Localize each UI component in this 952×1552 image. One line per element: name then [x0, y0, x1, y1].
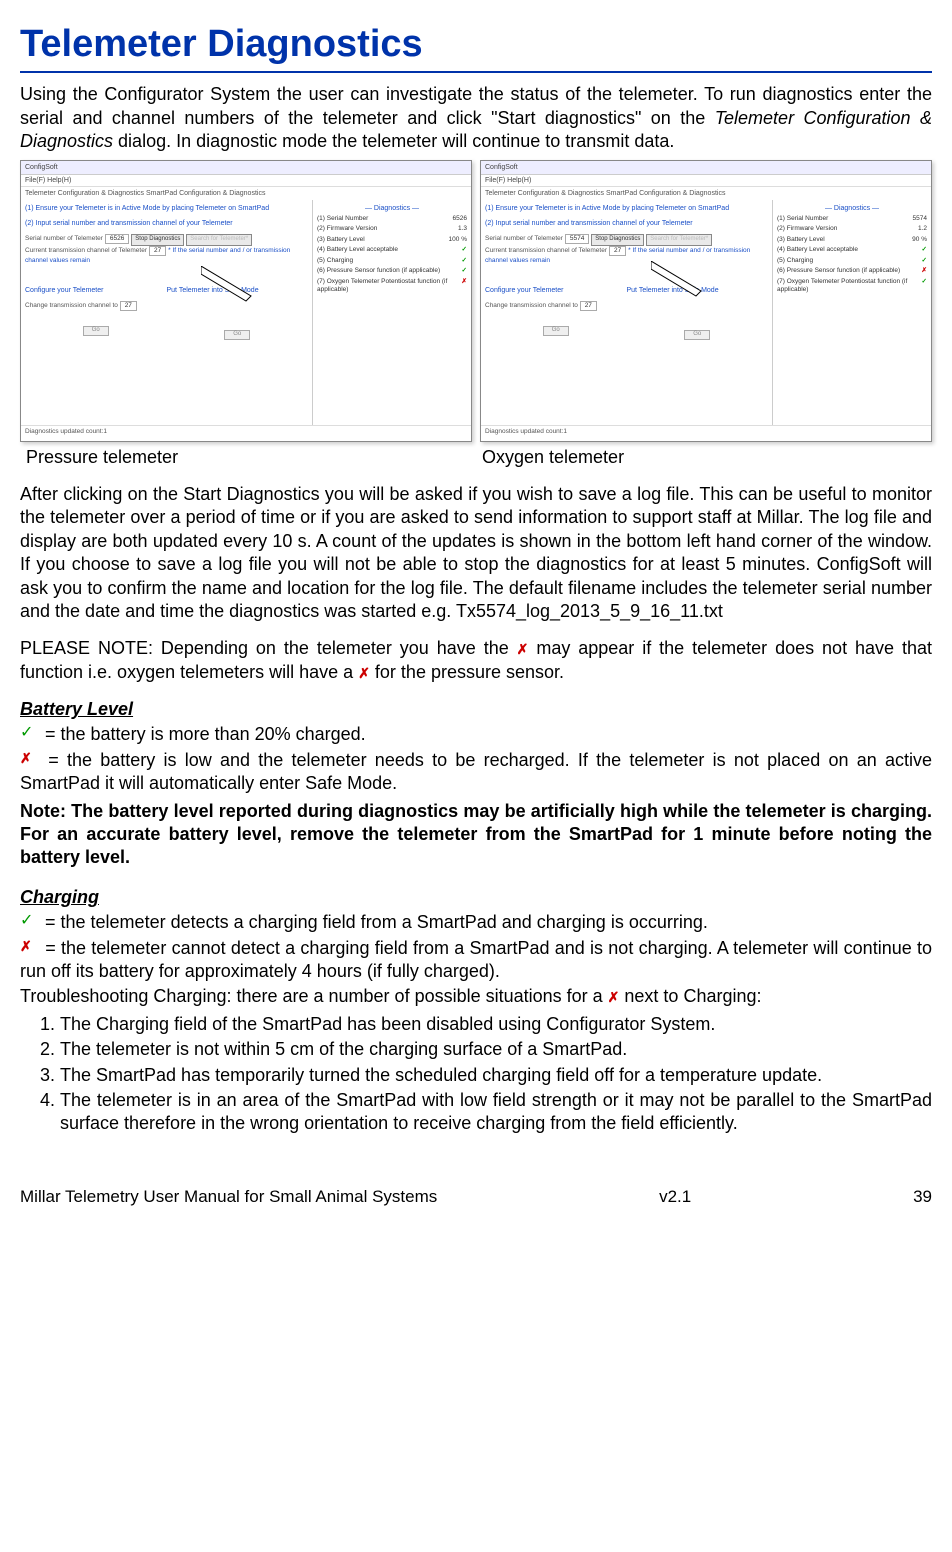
change-chan-label: Change transmission channel to — [485, 302, 578, 309]
serial-label: Serial number of Telemeter — [25, 235, 103, 242]
trouble-intro: Troubleshooting Charging: there are a nu… — [20, 985, 932, 1008]
battery-note: Note: The battery level reported during … — [20, 800, 932, 870]
serial-value: 5574 — [565, 234, 589, 244]
page-footer: Millar Telemetry User Manual for Small A… — [20, 1186, 932, 1208]
window-title: ConfigSoft — [21, 161, 471, 175]
cross-icon: ✗ — [517, 641, 529, 657]
footer-page: 39 — [913, 1186, 932, 1208]
screenshot-row: ConfigSoft File(F) Help(H) Telemeter Con… — [20, 160, 932, 442]
cross-icon: ✗ — [20, 937, 40, 955]
diag-head: — Diagnostics — — [317, 204, 467, 213]
cross-icon: ✗ — [608, 989, 620, 1005]
list-item: The Charging field of the SmartPad has b… — [60, 1013, 932, 1036]
menu-bar: File(F) Help(H) — [21, 175, 471, 187]
list-item: The SmartPad has temporarily turned the … — [60, 1064, 932, 1087]
charging-bad-line: ✗ = the telemeter cannot detect a chargi… — [20, 937, 932, 984]
tick-icon: ✓ — [462, 257, 467, 265]
caption-left: Pressure telemeter — [20, 446, 476, 469]
caption-row: Pressure telemeter Oxygen telemeter — [20, 446, 932, 469]
serial-value: 6526 — [105, 234, 129, 244]
page-title: Telemeter Diagnostics — [20, 20, 932, 69]
channel-value: 27 — [149, 246, 166, 256]
caption-right: Oxygen telemeter — [476, 446, 932, 469]
menu-bar: File(F) Help(H) — [481, 175, 931, 187]
channel-label: Current transmission channel of Telemete… — [25, 247, 147, 254]
search-button[interactable]: Search for Telemeter* — [646, 234, 712, 246]
tick-icon: ✓ — [20, 723, 40, 744]
instr-1: (1) Ensure your Telemeter is in Active M… — [25, 204, 308, 213]
serial-label: Serial number of Telemeter — [485, 235, 563, 242]
charging-heading: Charging — [20, 886, 932, 909]
instr-2: (2) Input serial number and transmission… — [25, 219, 308, 228]
after-paragraph: After clicking on the Start Diagnostics … — [20, 483, 932, 623]
channel-value: 27 — [609, 246, 626, 256]
config-head: Configure your Telemeter — [485, 286, 627, 295]
battery-ok-line: ✓ = the battery is more than 20% charged… — [20, 723, 932, 746]
tab-bar: Telemeter Configuration & Diagnostics Sm… — [21, 187, 471, 200]
diag-head: — Diagnostics — — [777, 204, 927, 213]
list-item: The telemeter is not within 5 cm of the … — [60, 1038, 932, 1061]
channel-label: Current transmission channel of Telemete… — [485, 247, 607, 254]
go-button[interactable]: Go — [83, 326, 109, 336]
battery-bad-line: ✗ = the battery is low and the telemeter… — [20, 749, 932, 796]
tab-bar: Telemeter Configuration & Diagnostics Sm… — [481, 187, 931, 200]
intro-text-2: dialog. In diagnostic mode the telemeter… — [113, 131, 674, 151]
list-item: The telemeter is in an area of the Smart… — [60, 1089, 932, 1136]
window-title: ConfigSoft — [481, 161, 931, 175]
change-chan-label: Change transmission channel to — [25, 302, 118, 309]
shot-footer: Diagnostics updated count:1 — [481, 425, 931, 438]
please-note: PLEASE NOTE: Depending on the telemeter … — [20, 637, 932, 684]
cross-icon: ✗ — [922, 267, 927, 275]
shot-footer: Diagnostics updated count:1 — [21, 425, 471, 438]
arrow-icon — [651, 261, 711, 301]
go-button-safe[interactable]: Go — [224, 330, 250, 340]
footer-version: v2.1 — [659, 1186, 691, 1208]
tick-icon: ✓ — [922, 278, 927, 295]
screenshot-oxygen: ConfigSoft File(F) Help(H) Telemeter Con… — [480, 160, 932, 442]
stop-diag-button[interactable]: Stop Diagnostics — [591, 234, 644, 246]
go-button-safe[interactable]: Go — [684, 330, 710, 340]
go-button[interactable]: Go — [543, 326, 569, 336]
cross-icon: ✗ — [20, 749, 40, 767]
battery-heading: Battery Level — [20, 698, 932, 721]
trouble-list: The Charging field of the SmartPad has b… — [40, 1013, 932, 1136]
search-button[interactable]: Search for Telemeter* — [186, 234, 252, 246]
tick-icon: ✓ — [922, 246, 927, 254]
tick-icon: ✓ — [462, 246, 467, 254]
instr-1: (1) Ensure your Telemeter is in Active M… — [485, 204, 768, 213]
cross-icon: ✗ — [462, 278, 467, 295]
title-rule — [20, 71, 932, 73]
charging-ok-line: ✓ = the telemeter detects a charging fie… — [20, 911, 932, 934]
instr-2: (2) Input serial number and transmission… — [485, 219, 768, 228]
tick-icon: ✓ — [462, 267, 467, 275]
stop-diag-button[interactable]: Stop Diagnostics — [131, 234, 184, 246]
screenshot-pressure: ConfigSoft File(F) Help(H) Telemeter Con… — [20, 160, 472, 442]
cross-icon: ✗ — [358, 665, 370, 681]
footer-left: Millar Telemetry User Manual for Small A… — [20, 1186, 437, 1208]
tick-icon: ✓ — [922, 257, 927, 265]
arrow-icon — [201, 266, 261, 306]
intro-paragraph: Using the Configurator System the user c… — [20, 83, 932, 153]
config-head: Configure your Telemeter — [25, 286, 167, 295]
tick-icon: ✓ — [20, 911, 40, 932]
